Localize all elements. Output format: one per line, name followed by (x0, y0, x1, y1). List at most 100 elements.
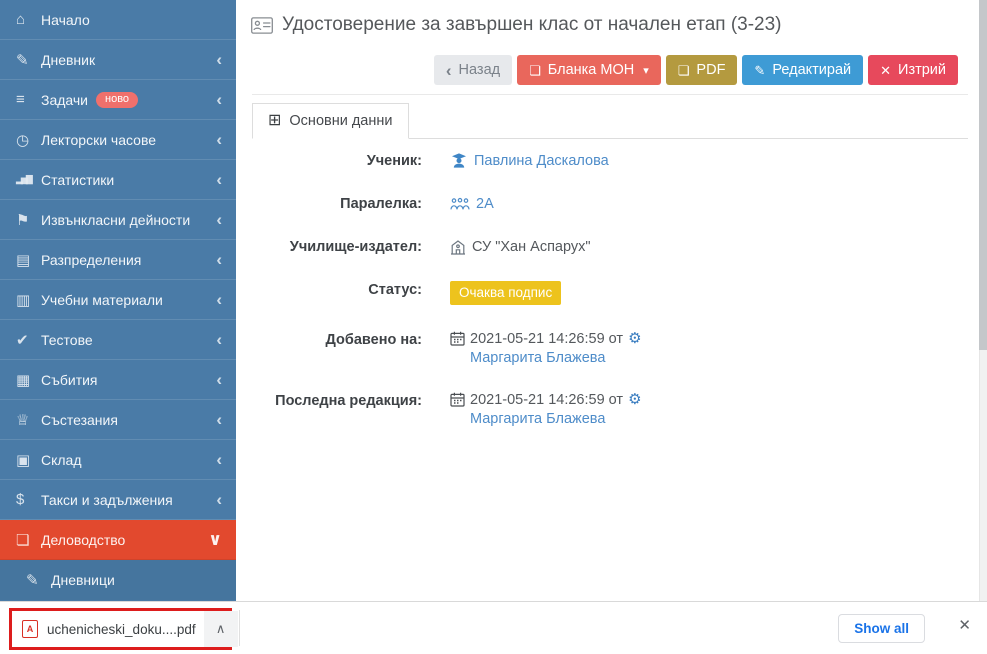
sidebar-item-home[interactable]: ⌂ Начало (0, 0, 236, 40)
sidebar-item-label: Извънкласни дейности (41, 211, 191, 228)
close-shelf-icon[interactable]: ✕ (958, 618, 971, 633)
back-button[interactable]: ‹ Назад (433, 55, 513, 85)
sidebar-item-learning-materials[interactable]: ▥ Учебни материали ‹ (0, 280, 236, 320)
delete-button-label: Изтрий (898, 62, 946, 78)
sidebar-item-records-active[interactable]: ❏ Деловодство ∨ (0, 520, 236, 560)
sidebar-item-label: Тестове (41, 331, 93, 348)
field-row-class: Паралелка: 2А (252, 195, 968, 213)
sidebar-item-label: Състезания (41, 411, 118, 428)
sidebar-item-events[interactable]: ▦ Събития ‹ (0, 360, 236, 400)
student-icon (450, 153, 468, 168)
sidebar-item-lecture-hours[interactable]: ◷ Лекторски часове ‹ (0, 120, 236, 160)
trophy-icon: ♕ (16, 411, 30, 429)
delete-button[interactable]: ✕ Изтрий (868, 55, 958, 85)
field-label: Статус: (368, 282, 422, 298)
sidebar-item-label: Деловодство (41, 531, 126, 548)
group-icon (450, 197, 470, 210)
sidebar-item-fees[interactable]: $ Такси и задължения ‹ (0, 480, 236, 520)
shelf-divider (239, 610, 240, 646)
sidebar-item-journal[interactable]: ✎ Дневник ‹ (0, 40, 236, 80)
file-pdf-icon: ❏ (677, 62, 690, 78)
document-icon: ❏ (16, 531, 30, 549)
sidebar-item-statistics[interactable]: ▂▅▇ Статистики ‹ (0, 160, 236, 200)
sidebar-item-label: Учебни материали (41, 291, 163, 308)
sidebar-item-label: Разпределения (41, 251, 142, 268)
edit-button-label: Редактирай (772, 62, 852, 78)
sidebar-item-distributions[interactable]: ▤ Разпределения ‹ (0, 240, 236, 280)
show-all-button[interactable]: Show all (838, 614, 925, 643)
edit-button[interactable]: ✎ Редактирай (742, 55, 864, 85)
page-title-text: Удостоверение за завършен клас от начале… (282, 14, 782, 35)
downloaded-file-chip[interactable]: A uchenicheski_doku....pdf ∧ (12, 611, 238, 647)
pdf-file-icon: A (22, 620, 38, 638)
field-row-school: Училище-издател: СУ "Хан Аспарух" (252, 238, 968, 256)
field-label: Училище-издател: (289, 239, 422, 255)
download-shelf: A uchenicheski_doku....pdf ∧ Show all ✕ (0, 601, 987, 654)
toolbar: ‹ Назад ❏ Бланка МОН ▾ ❏ PDF ✎ Редактира… (433, 55, 958, 85)
pdf-button-label: PDF (696, 62, 726, 78)
id-card-icon (251, 16, 273, 34)
gear-icon: ⚙ (628, 391, 642, 408)
running-icon: ⚑ (16, 211, 30, 229)
money-icon: $ (16, 491, 25, 508)
edit-icon: ✎ (754, 62, 766, 78)
sidebar-item-tasks[interactable]: ≡ Задачи ново ‹ (0, 80, 236, 120)
chevron-left-icon: ‹ (216, 130, 222, 149)
books-icon: ▥ (16, 291, 31, 309)
sidebar-item-label: Задачи (41, 91, 89, 108)
chevron-up-icon[interactable]: ∧ (203, 611, 238, 647)
sidebar-item-label: Дневници (51, 572, 115, 588)
tab-label: Основни данни (289, 113, 393, 129)
sidebar: ⌂ Начало ✎ Дневник ‹ ≡ Задачи ново ‹ ◷ Л… (0, 0, 236, 601)
chevron-down-icon: ∨ (208, 530, 222, 549)
status-badge: Очаква подпис (450, 281, 562, 305)
calendar-icon (450, 392, 465, 407)
chevron-left-icon: ‹ (216, 490, 222, 509)
caret-down-icon: ▾ (643, 64, 649, 77)
added-date: 2021-05-21 14:26:59 от (470, 330, 624, 347)
scrollbar-thumb[interactable] (979, 0, 987, 350)
downloaded-file-name: uchenicheski_doku....pdf (47, 621, 196, 637)
tab-main-data[interactable]: ⊞ Основни данни (252, 103, 409, 139)
gear-icon: ⚙ (628, 330, 642, 347)
school-value: СУ "Хан Аспарух" (472, 238, 591, 255)
tab-bar: ⊞ Основни данни (252, 103, 968, 139)
sidebar-subitem-journals[interactable]: ✎ Дневници (0, 560, 236, 600)
added-by-link[interactable]: Маргарита Блажева (470, 350, 605, 366)
home-icon: ⌂ (16, 11, 26, 28)
calendar-icon: ▦ (16, 371, 31, 389)
field-row-added: Добавено на: 2021-05-21 14:26:59 от ⚙ Ма… (252, 331, 968, 366)
document-details: Ученик: Павлина Даскалова Паралелка: 2А (252, 152, 968, 453)
pdf-button[interactable]: ❏ PDF (665, 55, 738, 85)
field-label: Ученик: (366, 153, 422, 169)
new-badge: ново (96, 91, 139, 108)
chevron-left-icon: ‹ (216, 90, 222, 109)
calendar-icon (450, 331, 465, 346)
school-icon (450, 239, 466, 255)
field-label: Паралелка: (340, 196, 422, 212)
chevron-left-icon: ‹ (216, 370, 222, 389)
class-link[interactable]: 2А (476, 196, 494, 212)
toolbar-divider (252, 94, 968, 95)
chevron-left-icon: ‹ (216, 290, 222, 309)
sidebar-item-tests[interactable]: ✔ Тестове ‹ (0, 320, 236, 360)
sidebar-item-label: Начало (41, 11, 90, 28)
download-chip-highlight: A uchenicheski_doku....pdf ∧ (9, 608, 238, 650)
spellcheck-icon: ✔ (16, 331, 29, 349)
file-pdf-icon: ❏ (529, 62, 541, 78)
field-label: Последна редакция: (275, 392, 422, 409)
field-row-edited: Последна редакция: 2021-05-21 14:26:59 о… (252, 392, 968, 427)
edited-date: 2021-05-21 14:26:59 от (470, 391, 624, 408)
chevron-left-icon: ‹ (216, 330, 222, 349)
sidebar-item-warehouse[interactable]: ▣ Склад ‹ (0, 440, 236, 480)
sidebar-item-extracurricular[interactable]: ⚑ Извънкласни дейности ‹ (0, 200, 236, 240)
table-icon: ▤ (16, 251, 31, 269)
sidebar-item-label: Такси и задължения (41, 491, 173, 508)
chevron-left-icon: ‹ (216, 210, 222, 229)
student-link[interactable]: Павлина Даскалова (474, 153, 609, 169)
edit-icon: ✎ (26, 572, 39, 589)
edited-by-link[interactable]: Маргарита Блажева (470, 411, 605, 427)
sidebar-item-label: Дневник (41, 51, 96, 68)
blanka-mon-dropdown-button[interactable]: ❏ Бланка МОН ▾ (517, 55, 661, 85)
sidebar-item-competitions[interactable]: ♕ Състезания ‹ (0, 400, 236, 440)
